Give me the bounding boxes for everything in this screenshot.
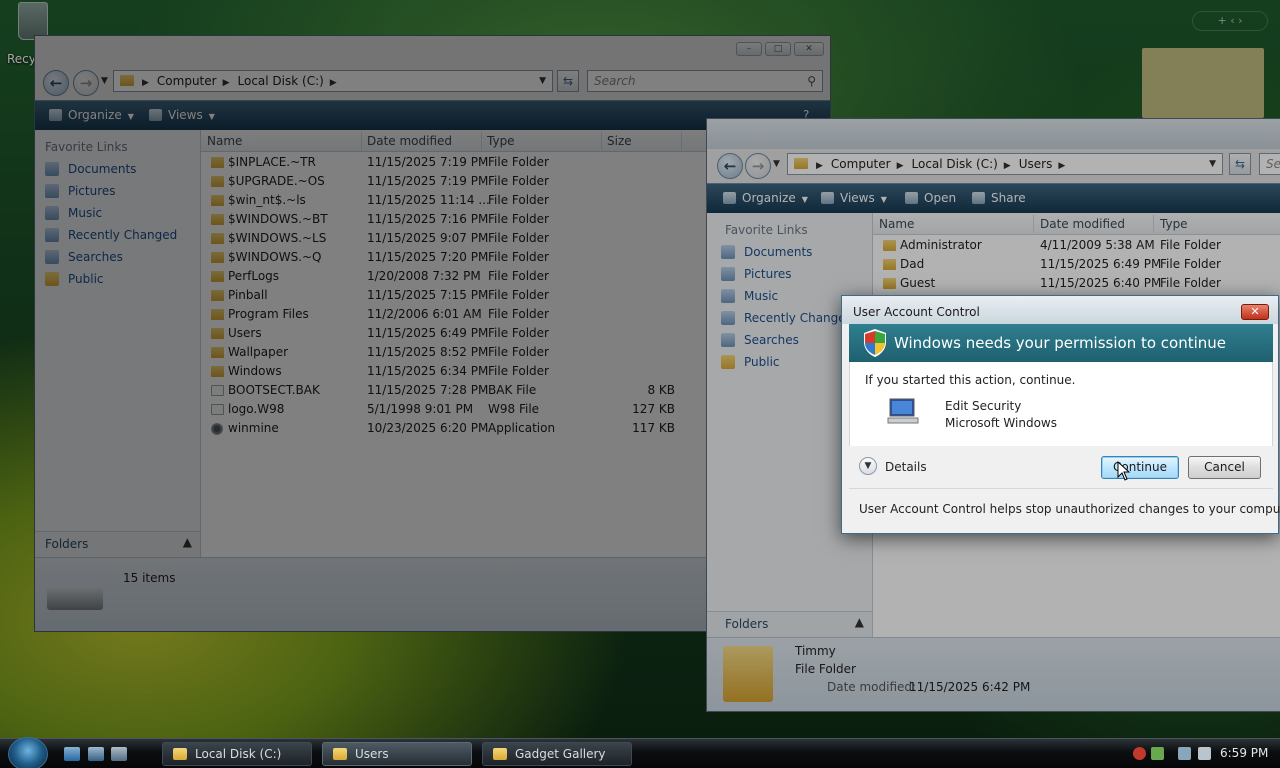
internet-explorer-icon[interactable] [64,747,80,761]
taskbar-button-label: Gadget Gallery [515,747,606,761]
taskbar-button[interactable]: Gadget Gallery [482,742,632,766]
volume-icon[interactable] [1198,747,1211,760]
window-icon [493,748,507,760]
computer-icon [887,398,919,424]
cancel-button[interactable]: Cancel [1188,456,1261,479]
taskbar-button-label: Users [355,747,389,761]
close-button[interactable]: ✕ [1241,304,1269,320]
security-alert-icon[interactable] [1133,747,1146,760]
taskbar: Local Disk (C:) Users Gadget Gallery 6:59 … [0,737,1280,768]
display-icon[interactable] [1178,747,1191,760]
uac-title: User Account Control [853,305,980,319]
uac-heading: Windows needs your permission to continu… [894,334,1227,352]
show-desktop-icon[interactable] [88,747,104,761]
chevron-down-icon[interactable]: ▼ [859,457,877,475]
program-name: Edit Security [945,399,1022,413]
start-button[interactable] [8,737,48,768]
continue-button[interactable]: Continue [1101,456,1179,479]
shield-icon [864,329,886,357]
switch-windows-icon[interactable] [111,747,127,761]
taskbar-button[interactable]: Local Disk (C:) [162,742,312,766]
clock[interactable]: 6:59 PM [1220,746,1268,760]
uac-actions: ▼ Details Continue Cancel [849,446,1273,488]
uac-body: If you started this action, continue. Ed… [849,362,1273,446]
uac-prompt: If you started this action, continue. [865,373,1076,387]
uac-dialog[interactable]: User Account Control ✕ Windows needs you… [841,295,1280,534]
taskbar-button[interactable]: Users [322,742,472,766]
network-icon[interactable] [1151,747,1164,760]
program-publisher: Microsoft Windows [945,416,1057,430]
uac-banner: Windows needs your permission to continu… [849,324,1273,362]
details-toggle[interactable]: Details [885,460,927,474]
window-icon [333,748,347,760]
window-icon [173,748,187,760]
uac-footer: User Account Control helps stop unauthor… [849,488,1280,528]
taskbar-button-label: Local Disk (C:) [195,747,282,761]
uac-footer-text: User Account Control helps stop unauthor… [859,502,1280,516]
uac-title-bar[interactable]: User Account Control ✕ [842,296,1278,324]
